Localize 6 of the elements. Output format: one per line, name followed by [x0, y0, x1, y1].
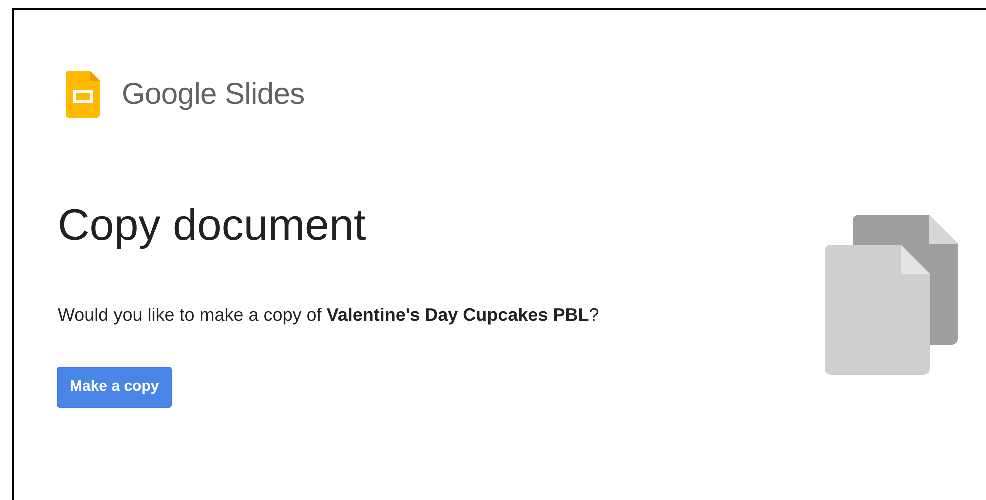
- document-copy-icon: [825, 215, 958, 375]
- make-copy-button[interactable]: Make a copy: [57, 367, 172, 408]
- product-name: Google Slides: [122, 77, 305, 113]
- copy-prompt: Would you like to make a copy of Valentine's Day Cupcakes PBL?: [58, 304, 600, 327]
- page-title: Copy document: [58, 200, 368, 252]
- slides-logo-icon: [66, 71, 100, 118]
